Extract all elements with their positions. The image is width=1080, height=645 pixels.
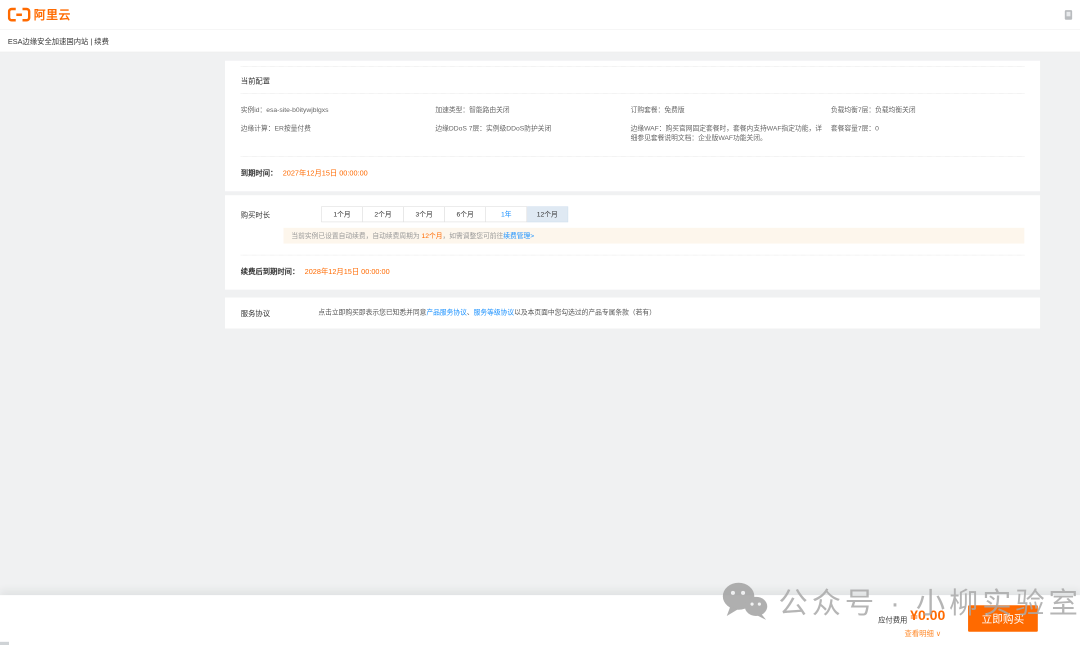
duration-option-1year[interactable]: 1年	[485, 206, 527, 222]
duration-row: 购买时长 1个月 2个月 3个月 6个月 1年 12个月	[241, 206, 1025, 222]
duration-option-2months[interactable]: 2个月	[362, 206, 404, 222]
expire-time-label: 到期时间：	[241, 169, 278, 177]
aliyun-logo-icon	[8, 7, 31, 22]
renew-expire-label: 续费后到期时间：	[241, 267, 300, 275]
current-config-title: 当前配置	[241, 75, 1025, 86]
duration-options: 1个月 2个月 3个月 6个月 1年 12个月	[321, 206, 568, 222]
buy-now-button[interactable]: 立即购买	[968, 605, 1038, 631]
notice-text: 当前实例已设置自动续费，自动续费周期为	[291, 232, 421, 240]
checkout-bar: 应付费用 ¥0.00 查看明细 ∨ 立即购买	[0, 595, 1080, 645]
expire-time-row: 到期时间： 2027年12月15日 00:00:00	[241, 167, 1025, 178]
aliyun-logo-text: 阿里云	[34, 6, 71, 23]
config-field-edge-compute: 边缘计算：ER按量付费	[241, 124, 436, 143]
agreement-card: 服务协议 点击立即购买即表示您已知悉并同意产品服务协议、服务等级协议以及本页面中…	[225, 298, 1040, 329]
config-field-edge-waf: 边缘WAF：购买官网固定套餐时，套餐内支持WAF指定功能，详细参见套餐说明文档：…	[631, 124, 831, 143]
breadcrumb-bar: ESA边缘安全加速国内站 | 续费	[0, 30, 1080, 53]
expire-time-value: 2027年12月15日 00:00:00	[283, 169, 368, 177]
fee-value: ¥0.00	[910, 608, 945, 624]
fee-detail-link[interactable]: 查看明细 ∨	[905, 628, 942, 639]
current-config-card: 当前配置 实例id：esa-site-b0itywjblgxs 加速类型：智能路…	[225, 61, 1040, 192]
agreement-text: 点击立即购买即表示您已知悉并同意产品服务协议、服务等级协议以及本页面中您勾选过的…	[318, 308, 656, 318]
divider	[241, 156, 1025, 157]
product-agreement-link[interactable]: 产品服务协议	[426, 308, 467, 316]
config-grid: 实例id：esa-site-b0itywjblgxs 加速类型：智能路由关闭 订…	[241, 105, 1025, 143]
duration-option-1month[interactable]: 1个月	[321, 206, 363, 222]
divider	[241, 66, 1025, 67]
duration-option-12months[interactable]: 12个月	[527, 206, 569, 222]
topbar: 阿里云	[0, 0, 1080, 30]
config-field-plan: 订购套餐：免费版	[631, 105, 831, 115]
fee-label: 应付费用	[878, 614, 907, 625]
sla-agreement-link[interactable]: 服务等级协议	[474, 308, 515, 316]
config-field-plan-capacity: 套餐容量7层：0	[831, 124, 1025, 143]
aliyun-logo[interactable]: 阿里云	[8, 6, 71, 23]
divider	[241, 93, 1025, 94]
page: 阿里云 ESA边缘安全加速国内站 | 续费 当前配置 实例id：esa-site…	[0, 0, 1080, 645]
renew-management-link[interactable]: 续费管理>	[503, 232, 534, 240]
divider	[241, 255, 1025, 256]
breadcrumb: ESA边缘安全加速国内站 | 续费	[8, 35, 109, 46]
agreement-row: 服务协议 点击立即购买即表示您已知悉并同意产品服务协议、服务等级协议以及本页面中…	[241, 308, 1025, 319]
config-field-edge-ddos: 边缘DDoS 7层：实例级DDoS防护关闭	[435, 124, 630, 143]
topbar-widget-icon[interactable]	[1065, 10, 1072, 20]
config-field-accel-type: 加速类型：智能路由关闭	[435, 105, 630, 115]
config-field-instance-id: 实例id：esa-site-b0itywjblgxs	[241, 105, 436, 115]
duration-card: 购买时长 1个月 2个月 3个月 6个月 1年 12个月 当前实例已设置自动续费…	[225, 195, 1040, 290]
renew-expire-row: 续费后到期时间： 2028年12月15日 00:00:00	[241, 266, 1025, 277]
agreement-label: 服务协议	[241, 308, 319, 319]
duration-option-6months[interactable]: 6个月	[444, 206, 486, 222]
config-field-load-balancer: 负载均衡7层：负载均衡关闭	[831, 105, 1025, 115]
chevron-down-icon: ∨	[936, 629, 941, 637]
notice-text: ，如需调整您可前往	[443, 232, 504, 240]
renew-expire-value: 2028年12月15日 00:00:00	[305, 267, 390, 275]
duration-label: 购买时长	[241, 209, 321, 220]
auto-renew-notice: 当前实例已设置自动续费，自动续费周期为 12个月，如需调整您可前往续费管理>	[284, 228, 1025, 244]
content-area: 当前配置 实例id：esa-site-b0itywjblgxs 加速类型：智能路…	[225, 61, 1040, 329]
notice-period: 12个月	[422, 232, 443, 240]
duration-option-3months[interactable]: 3个月	[403, 206, 445, 222]
